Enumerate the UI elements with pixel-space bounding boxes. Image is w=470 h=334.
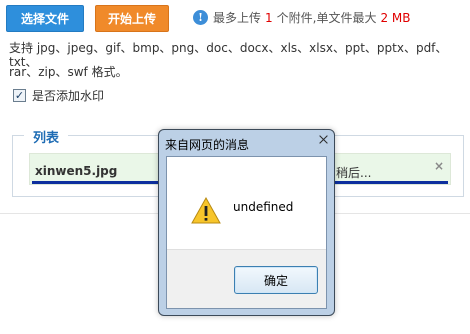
file-status: 稍后... — [336, 166, 372, 180]
warning-icon — [191, 197, 221, 224]
upload-limit-info: ! 最多上传 1 个附件,单文件最大 2 MB — [193, 9, 415, 26]
select-file-button[interactable]: 选择文件 — [6, 5, 84, 32]
info-mid: 个附件,单文件最大 — [276, 11, 377, 25]
max-files-count: 1 — [265, 10, 273, 25]
watermark-checkbox[interactable]: ✓ — [13, 89, 26, 102]
file-name: xinwen5.jpg — [35, 164, 118, 178]
max-file-size: 2 MB — [380, 10, 411, 25]
watermark-label: 是否添加水印 — [32, 89, 105, 103]
close-icon[interactable] — [319, 135, 328, 144]
info-prefix: 最多上传 — [213, 11, 262, 25]
dialog-title: 来自网页的消息 — [165, 138, 250, 152]
supported-types-line-2: rar、zip、swf 格式。 — [9, 65, 128, 79]
ok-button[interactable]: 确定 — [234, 266, 318, 294]
dialog-body: undefined 确定 — [166, 156, 327, 309]
info-icon: ! — [193, 10, 208, 25]
dialog-message: undefined — [233, 200, 294, 214]
remove-file-icon[interactable]: × — [434, 159, 444, 173]
start-upload-button[interactable]: 开始上传 — [95, 5, 169, 32]
alert-dialog: 来自网页的消息 undefined 确定 — [158, 129, 335, 316]
watermark-option[interactable]: ✓ 是否添加水印 — [13, 87, 104, 104]
file-list-legend: 列表 — [24, 127, 69, 146]
